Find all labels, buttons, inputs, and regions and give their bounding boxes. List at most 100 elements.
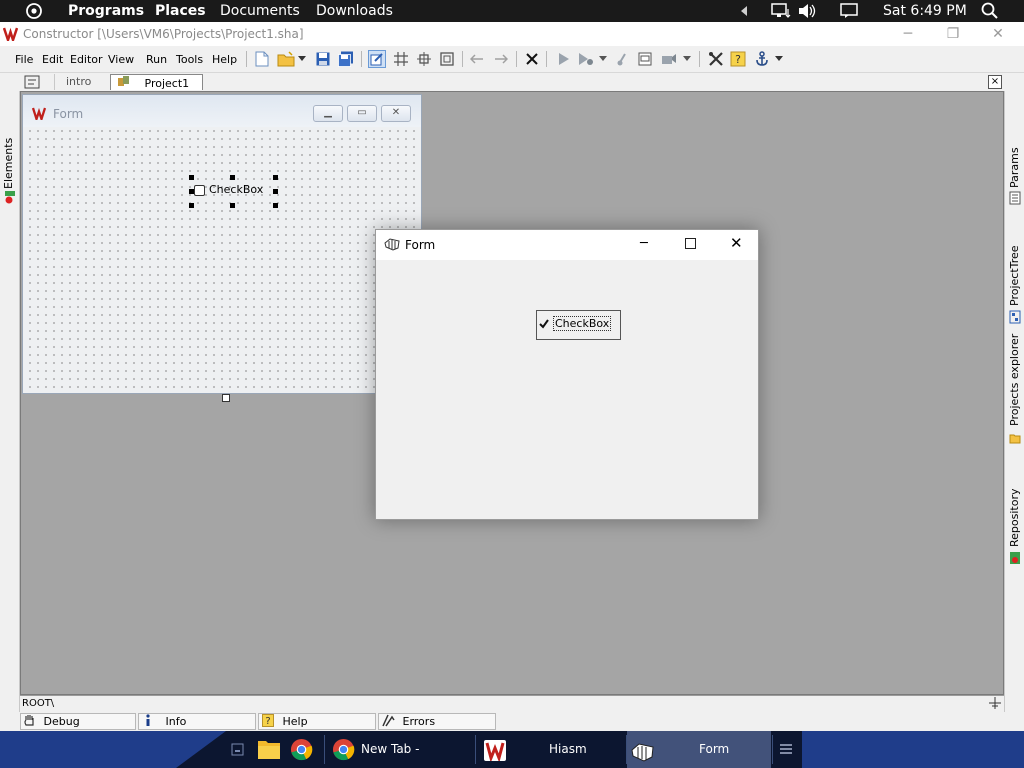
split-icon[interactable]: [989, 697, 1001, 712]
design-checkbox[interactable]: CheckBox: [189, 175, 278, 208]
minimize-button[interactable]: ─: [893, 24, 923, 44]
info-icon: [143, 714, 157, 731]
tab-info[interactable]: Info: [138, 713, 256, 730]
programs-menu[interactable]: Programs: [68, 3, 144, 19]
runtime-form-titlebar[interactable]: Form ─ ✕: [376, 230, 758, 260]
chrome-icon[interactable]: [290, 738, 313, 764]
resize-handle[interactable]: [273, 189, 278, 194]
downloads-link[interactable]: Downloads: [316, 3, 393, 19]
runtime-close-button[interactable]: ✕: [730, 234, 743, 252]
design-form-titlebar[interactable]: Form ▁ ▭ ✕: [23, 95, 421, 127]
dropdown-arrow-icon[interactable]: [681, 50, 693, 68]
notification-icon[interactable]: [840, 3, 858, 23]
taskbar: New Tab - Google... Hiasm Form: [0, 731, 1024, 768]
resize-handle[interactable]: [189, 189, 194, 194]
resize-handle[interactable]: [230, 175, 235, 180]
show-desktop-icon[interactable]: [231, 743, 244, 759]
taskbar-chrome-newtab[interactable]: New Tab - Google...: [326, 731, 474, 768]
taskbar-separator: [772, 735, 773, 764]
anchor-icon[interactable]: [753, 50, 771, 68]
files-icon[interactable]: [257, 738, 281, 763]
new-file-icon[interactable]: [253, 50, 271, 68]
dropdown-arrow-icon[interactable]: [296, 50, 308, 68]
tab-repository[interactable]: Repository: [1008, 489, 1021, 548]
design-minimize-button[interactable]: ▁: [313, 105, 343, 122]
debug-icon[interactable]: [613, 50, 631, 68]
menu-tools[interactable]: Tools: [176, 53, 203, 66]
help-icon[interactable]: ?: [729, 50, 747, 68]
form-resize-handle[interactable]: [222, 394, 230, 402]
forward-arrow-icon[interactable]: [492, 50, 510, 68]
resize-handle[interactable]: [273, 203, 278, 208]
back-arrow-icon[interactable]: [468, 50, 486, 68]
build-icon[interactable]: [660, 50, 678, 68]
help-icon: ?: [262, 714, 276, 731]
tab-projects-explorer[interactable]: Projects explorer: [1008, 334, 1021, 426]
close-tab-button[interactable]: ×: [988, 75, 1002, 89]
tab-debug[interactable]: Debug: [20, 713, 136, 730]
menu-run[interactable]: Run: [146, 53, 167, 66]
params-icon: [1009, 191, 1021, 208]
tab-projecttree[interactable]: ProjectTree: [1008, 245, 1021, 306]
tab-project1[interactable]: Project1: [110, 74, 203, 90]
tab-intro[interactable]: intro: [54, 74, 110, 90]
delete-icon[interactable]: [523, 50, 541, 68]
folder-icon: [1009, 432, 1021, 447]
resize-handle[interactable]: [230, 203, 235, 208]
documents-link[interactable]: Documents: [220, 3, 300, 19]
close-button[interactable]: ✕: [983, 24, 1013, 44]
edit-mode-icon[interactable]: [368, 50, 386, 68]
run-step-icon[interactable]: [577, 50, 595, 68]
runtime-form-window[interactable]: Form ─ ✕ CheckBox: [375, 229, 759, 520]
tools-icon[interactable]: [707, 50, 725, 68]
frame-icon[interactable]: [438, 50, 456, 68]
save-all-icon[interactable]: [337, 50, 355, 68]
tab-label: intro: [66, 75, 92, 88]
align-icon[interactable]: [415, 50, 433, 68]
checkbox-checked-icon[interactable]: [538, 318, 550, 330]
tab-help[interactable]: ? Help: [258, 713, 376, 730]
runtime-maximize-button[interactable]: [685, 238, 696, 249]
checkbox-box[interactable]: [194, 185, 205, 196]
places-menu[interactable]: Places: [155, 3, 206, 19]
open-folder-icon[interactable]: [277, 50, 295, 68]
maximize-button[interactable]: ❐: [938, 24, 968, 44]
hamburger-menu-icon[interactable]: [779, 743, 793, 758]
form-app-icon: [384, 238, 400, 254]
menu-editor[interactable]: Editor: [70, 53, 103, 66]
menu-edit[interactable]: Edit: [42, 53, 63, 66]
runtime-checkbox[interactable]: CheckBox: [536, 310, 621, 340]
taskbar-form[interactable]: Form: [627, 731, 771, 768]
resize-handle[interactable]: [189, 203, 194, 208]
window-title-bar: Constructor [\Users\VM6\Projects\Project…: [0, 22, 1024, 46]
taskbar-hiasm[interactable]: Hiasm: [477, 731, 625, 768]
design-form-window[interactable]: Form ▁ ▭ ✕ CheckBox: [22, 94, 422, 394]
circle-dot-icon[interactable]: [25, 2, 43, 24]
form-preview-icon[interactable]: [636, 50, 654, 68]
tab-errors[interactable]: Errors: [378, 713, 496, 730]
menu-help[interactable]: Help: [212, 53, 237, 66]
tab-elements[interactable]: Elements: [2, 138, 15, 189]
run-icon[interactable]: [555, 50, 573, 68]
menu-file[interactable]: File: [15, 53, 33, 66]
clock[interactable]: Sat 6:49 PM: [883, 3, 967, 19]
tab-params[interactable]: Params: [1008, 147, 1021, 188]
elements-panel-strip: Elements: [0, 91, 20, 714]
dropdown-arrow-icon[interactable]: [773, 50, 785, 68]
menu-view[interactable]: View: [108, 53, 134, 66]
volume-icon[interactable]: [797, 3, 817, 23]
design-grid[interactable]: [26, 127, 419, 391]
dropdown-arrow-icon[interactable]: [597, 50, 609, 68]
taskbar-decoration: [176, 731, 226, 768]
resize-handle[interactable]: [189, 175, 194, 180]
runtime-minimize-button[interactable]: ─: [640, 236, 648, 251]
design-close-button[interactable]: ✕: [381, 105, 411, 122]
network-icon[interactable]: [771, 3, 791, 23]
save-icon[interactable]: [314, 50, 332, 68]
search-icon[interactable]: [981, 2, 999, 24]
tab-list-icon[interactable]: [24, 75, 40, 92]
arrow-left-icon[interactable]: [739, 4, 749, 22]
resize-handle[interactable]: [273, 175, 278, 180]
design-maximize-button[interactable]: ▭: [347, 105, 377, 122]
grid-icon[interactable]: [392, 50, 410, 68]
